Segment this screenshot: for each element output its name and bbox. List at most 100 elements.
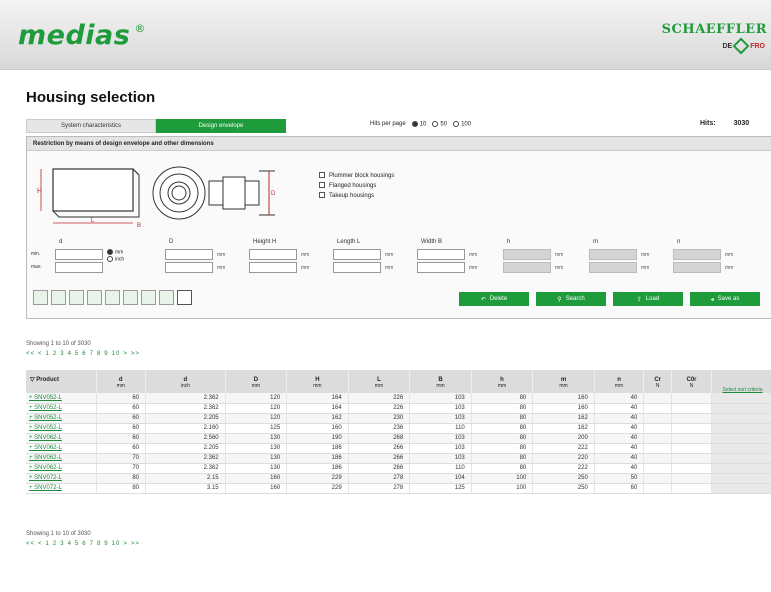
product-link[interactable]: + SNV072-L [26,483,97,494]
col-cr[interactable]: Cr [643,370,673,383]
pager-page-3[interactable]: 3 [60,541,64,547]
pager-next[interactable]: > [123,541,128,547]
pager-prev[interactable]: < [38,351,43,357]
medias-logo[interactable]: medias ® [18,20,146,51]
schaeffler-logo[interactable]: SCHAEFFLER [662,22,767,37]
delete-button[interactable]: ↶ Delete [459,292,529,306]
pager-page-2[interactable]: 2 [53,541,57,547]
unit-inch-radio[interactable]: inch [107,256,124,263]
housing-design-2-icon[interactable] [51,290,66,305]
pager-page-2[interactable]: 2 [53,351,57,357]
hits-per-page-50[interactable]: 50 [432,121,447,128]
pager-page-1[interactable]: 1 [46,351,50,357]
table-row[interactable]: + SNV062-L 70 2.362 130 186 266 110 80 222 40 [26,463,771,474]
tab-design-envelope[interactable]: Design envelope [156,119,286,133]
pager-page-4[interactable]: 4 [68,541,72,547]
width-max-input[interactable] [417,262,465,273]
pager-page-8[interactable]: 8 [97,351,101,357]
col-m[interactable]: m [532,370,595,383]
product-link[interactable]: + SNV052-L [26,393,97,404]
hits-per-page-10[interactable]: 10 [411,121,426,128]
table-row[interactable]: + SNV072-L 80 3.15 160 229 278 125 100 250 60 [26,483,771,494]
sort-criteria-link[interactable]: Select sort criteria [711,370,771,393]
housing-design-6-icon[interactable] [123,290,138,305]
length-min-input[interactable] [333,249,381,260]
pager-page-9[interactable]: 9 [104,351,108,357]
pager-page-7[interactable]: 7 [90,541,94,547]
housing-design-5-icon[interactable] [105,290,120,305]
col-D[interactable]: D [225,370,288,383]
housing-design-8-icon[interactable] [159,290,174,305]
product-link[interactable]: + SNV052-L [26,423,97,434]
d-min-input[interactable] [55,249,103,260]
table-row[interactable]: + SNV052-L 60 2.205 120 162 230 103 80 162 40 [26,413,771,424]
table-row[interactable]: + SNV052-L 60 2.362 120 164 226 103 80 160 40 [26,403,771,414]
height-min-input[interactable] [249,249,297,260]
product-link[interactable]: + SNV052-L [26,403,97,414]
housing-design-7-icon[interactable] [141,290,156,305]
table-row[interactable]: + SNV052-L 60 2.160 125 160 236 110 80 162 40 [26,423,771,434]
d-max-input[interactable] [55,262,103,273]
pager-page-1[interactable]: 1 [46,541,50,547]
pager-next[interactable]: > [123,351,128,357]
pager-page-10[interactable]: 10 [112,351,121,357]
pager-page-6[interactable]: 6 [82,541,86,547]
pager-page-8[interactable]: 8 [97,541,101,547]
field-label-length-l: Length L [337,239,361,245]
hits-per-page-100[interactable]: 100 [453,121,471,128]
table-row[interactable]: + SNV062-L 60 2.560 130 190 268 103 80 200 40 [26,433,771,444]
product-link[interactable]: + SNV072-L [26,473,97,484]
table-row[interactable]: + SNV072-L 80 2.15 160 229 278 104 100 250 50 [26,473,771,484]
unit-mm-radio[interactable]: mm [107,249,124,256]
housing-design-9-icon[interactable] [177,290,192,305]
col-d-mm[interactable]: d [96,370,146,383]
save-as-button[interactable]: ◂ Save as [690,292,760,306]
tab-system-characteristics[interactable]: System characteristics [26,119,156,133]
pager-first[interactable]: << [26,351,35,357]
checkbox-takeup[interactable]: Takeup housings [319,191,394,201]
product-link[interactable]: + SNV062-L [26,433,97,444]
table-row[interactable]: + SNV062-L 70 2.362 130 186 266 103 80 220 40 [26,453,771,464]
product-link[interactable]: + SNV052-L [26,413,97,424]
D-min-input[interactable] [165,249,213,260]
col-B[interactable]: B [409,370,472,383]
pager-page-5[interactable]: 5 [75,541,79,547]
housing-design-1-icon[interactable] [33,290,48,305]
pager-first[interactable]: << [26,541,35,547]
pager-page-7[interactable]: 7 [90,351,94,357]
height-max-input[interactable] [249,262,297,273]
checkbox-plummer-block[interactable]: Plummer block housings [319,171,394,181]
width-min-input[interactable] [417,249,465,260]
checkbox-flanged[interactable]: Flanged housings [319,181,394,191]
col-L[interactable]: L [348,370,411,383]
product-link[interactable]: + SNV062-L [26,463,97,474]
pager-page-6[interactable]: 6 [82,351,86,357]
table-row[interactable]: + SNV052-L 60 2.362 120 164 226 103 80 160 40 [26,393,771,404]
col-h[interactable]: h [471,370,534,383]
lang-fr[interactable]: FRO [750,43,765,50]
search-button[interactable]: ⚲ Search [536,292,606,306]
pager-page-9[interactable]: 9 [104,541,108,547]
col-n[interactable]: n [594,370,645,383]
lang-de[interactable]: DE [722,43,732,50]
col-d-inch[interactable]: d [145,370,226,383]
language-selector[interactable]: DE FRO [722,37,765,55]
housing-design-3-icon[interactable] [69,290,84,305]
pager-last[interactable]: >> [131,351,140,357]
product-link[interactable]: + SNV062-L [26,443,97,454]
pager-page-10[interactable]: 10 [112,541,121,547]
pager-page-5[interactable]: 5 [75,351,79,357]
pager-last[interactable]: >> [131,541,140,547]
col-c0r[interactable]: C0r [671,370,712,383]
housing-design-4-icon[interactable] [87,290,102,305]
load-button[interactable]: ⇪ Load [613,292,683,306]
pager-page-4[interactable]: 4 [68,351,72,357]
col-H[interactable]: H [286,370,349,383]
pager-prev[interactable]: < [38,541,43,547]
length-max-input[interactable] [333,262,381,273]
col-product[interactable]: ▽ Product [26,370,97,383]
pager-page-3[interactable]: 3 [60,351,64,357]
table-row[interactable]: + SNV062-L 60 2.205 130 186 266 103 80 222 40 [26,443,771,454]
D-max-input[interactable] [165,262,213,273]
product-link[interactable]: + SNV062-L [26,453,97,464]
